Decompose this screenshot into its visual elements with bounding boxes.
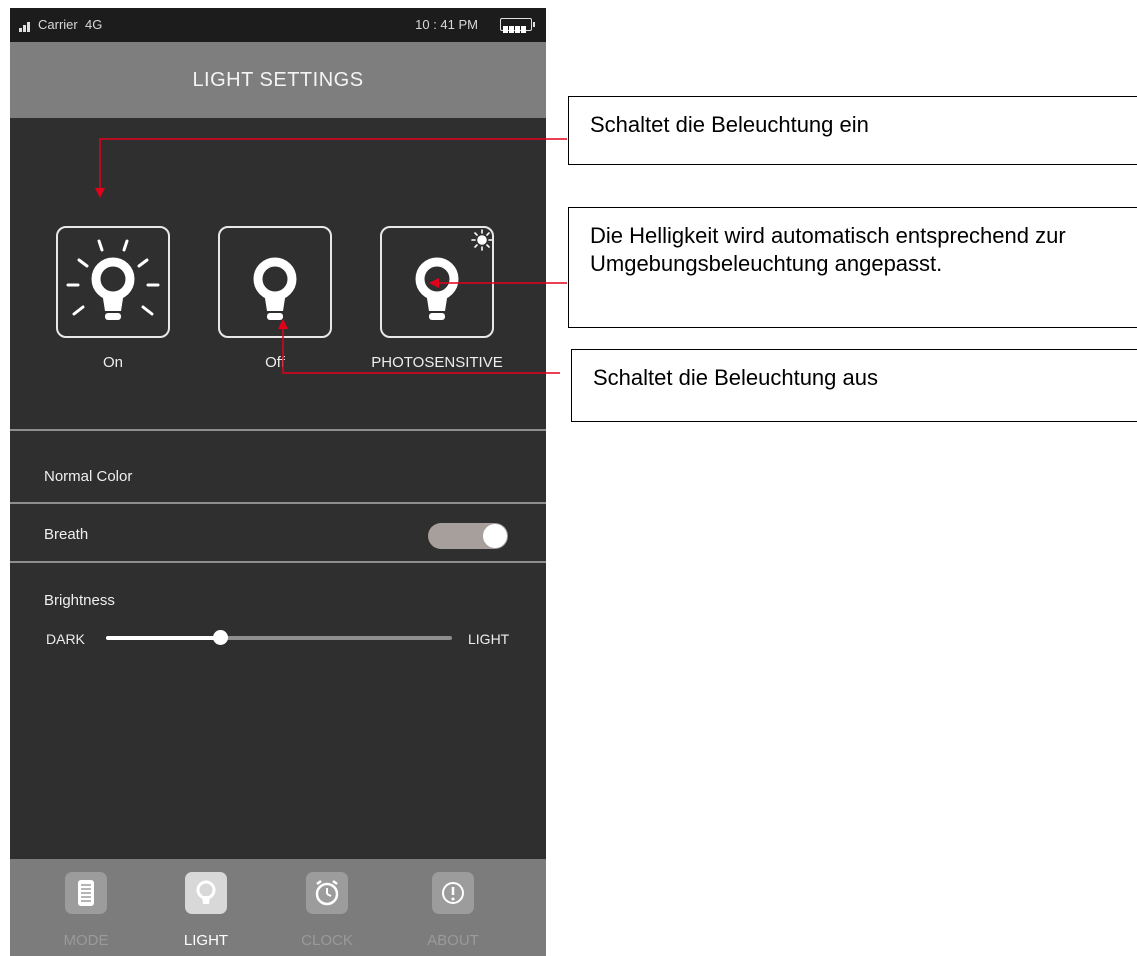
divider — [10, 429, 546, 431]
divider — [10, 561, 546, 563]
status-time: 10 : 41 PM — [415, 17, 478, 32]
slider-max-label: LIGHT — [468, 631, 510, 647]
brightness-slider[interactable] — [106, 630, 452, 645]
tab-label: MODE — [63, 932, 109, 949]
bulb-photosensitive-icon — [415, 229, 492, 320]
network-type: 4G — [84, 17, 103, 32]
carrier-name: Carrier 4G — [38, 17, 103, 32]
photosensitive-button[interactable] — [380, 226, 494, 338]
breath-toggle[interactable] — [428, 523, 508, 549]
bulb-on-icon — [66, 239, 160, 320]
alarm-clock-icon — [306, 872, 348, 914]
tab-clock[interactable]: CLOCK — [267, 859, 387, 956]
divider — [10, 502, 546, 504]
slider-min-label: DARK — [46, 631, 85, 647]
annotation-photosensitive: Die Helligkeit wird automatisch entsprec… — [568, 207, 1137, 328]
photosensitive-label: PHOTOSENSITIVE — [371, 354, 503, 371]
battery-icon — [500, 18, 535, 33]
light-off-button[interactable] — [218, 226, 332, 338]
tab-label: LIGHT — [183, 932, 229, 949]
bulb-off-icon — [253, 257, 297, 320]
light-off-label: Off — [265, 354, 285, 371]
slider-thumb[interactable] — [213, 630, 229, 645]
tab-label: CLOCK — [301, 932, 353, 949]
toggle-knob — [483, 524, 507, 548]
tab-light[interactable]: LIGHT — [146, 859, 266, 956]
page-title: LIGHT SETTINGS — [10, 42, 546, 118]
breath-label: Breath — [44, 526, 89, 543]
mode-list-icon — [65, 872, 107, 914]
slider-fill — [106, 636, 221, 640]
phone-screen: Carrier 4G 10 : 41 PM LIGHT SETTINGS On … — [10, 8, 546, 956]
tab-mode[interactable]: MODE — [26, 859, 146, 956]
info-icon — [432, 872, 474, 914]
bulb-icon — [185, 872, 227, 914]
annotation-on: Schaltet die Beleuchtung ein — [568, 96, 1137, 165]
bottom-tab-bar: MODE LIGHT CLOCK ABOUT — [10, 859, 546, 956]
brightness-label: Brightness — [44, 592, 115, 609]
light-on-label: On — [102, 354, 123, 371]
status-bar: Carrier 4G 10 : 41 PM — [10, 8, 546, 42]
tab-label: ABOUT — [427, 932, 479, 949]
annotation-off: Schaltet die Beleuchtung aus — [571, 349, 1137, 422]
normal-color-row[interactable]: Normal Color — [44, 468, 132, 485]
signal-bars-icon — [19, 20, 33, 32]
tab-about[interactable]: ABOUT — [393, 859, 513, 956]
sun-icon — [471, 229, 492, 251]
light-on-button[interactable] — [56, 226, 170, 338]
